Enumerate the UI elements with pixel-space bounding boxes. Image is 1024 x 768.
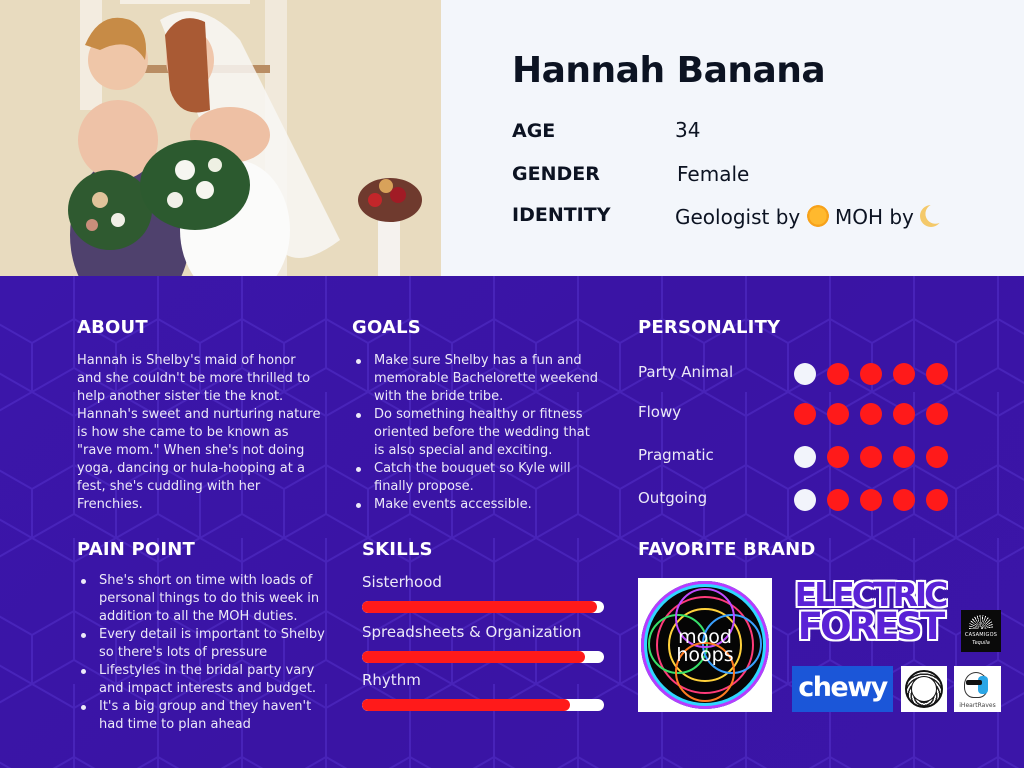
about-text: Hannah is Shelby's maid of honor and she…: [77, 353, 321, 512]
rating-dot-filled: [926, 363, 948, 385]
age-value: 34: [675, 118, 701, 142]
personality-rating: [794, 363, 948, 385]
goal-item: Catch the bouquet so Kyle will finally p…: [352, 460, 602, 496]
about-title: ABOUT: [77, 317, 148, 338]
favorite-brand-title: FAVORITE BRAND: [638, 539, 816, 560]
rating-dot-filled: [860, 446, 882, 468]
persona-header: Hannah Banana AGE 34 GENDER Female IDENT…: [0, 0, 1024, 276]
skill-progress-bar: [362, 651, 604, 663]
rating-dot-empty: [794, 489, 816, 511]
rating-dot-filled: [827, 489, 849, 511]
personality-trait-label: Pragmatic: [638, 446, 714, 464]
pain-point-item: It's a big group and they haven't had ti…: [77, 698, 327, 734]
casamigos-line1: CASAMIGOS: [964, 632, 998, 638]
rating-dot-filled: [827, 363, 849, 385]
personality-rating: [794, 489, 948, 511]
rating-dot-filled: [794, 403, 816, 425]
goal-item: Make sure Shelby has a fun and memorable…: [352, 352, 602, 406]
personality-rating: [794, 446, 948, 468]
pain-point-item: She's short on time with loads of person…: [77, 572, 327, 626]
skill-progress-bar: [362, 699, 604, 711]
age-label: AGE: [512, 120, 556, 142]
unicorn-mane-icon: [978, 676, 988, 694]
personality-rating: [794, 403, 948, 425]
goals-title: GOALS: [352, 317, 421, 338]
skill-progress-fill: [362, 601, 597, 613]
persona-name: Hannah Banana: [512, 50, 826, 91]
pain-point-list: She's short on time with loads of person…: [77, 572, 327, 734]
sun-emoji-icon: [806, 205, 829, 227]
identity-text-night: MOH by: [834, 205, 914, 229]
persona-details: ABOUT Hannah is Shelby's maid of honor a…: [0, 276, 1024, 768]
skill-label: Spreadsheets & Organization: [362, 623, 582, 641]
casamigos-line2: Tequila: [972, 640, 990, 646]
electric-forest-line2: FOREST: [797, 605, 945, 648]
rating-dot-empty: [794, 446, 816, 468]
rating-dot-filled: [827, 403, 849, 425]
persona-photo: [0, 0, 441, 276]
rating-dot-filled: [893, 446, 915, 468]
brand-logo-casamigos: CASAMIGOS Tequila: [961, 610, 1001, 652]
identity-label: IDENTITY: [512, 204, 611, 226]
identity-text-day: Geologist by: [675, 205, 801, 229]
skill-progress-fill: [362, 651, 585, 663]
personality-trait-label: Party Animal: [638, 363, 734, 381]
pain-point-title: PAIN POINT: [77, 539, 196, 560]
skill-progress-bar: [362, 601, 604, 613]
personality-title: PERSONALITY: [638, 317, 781, 338]
mood-hoops-line2: hoops: [676, 644, 734, 666]
brand-logo-mood-hoops: mood hoops: [638, 578, 772, 712]
skills-title: SKILLS: [362, 539, 433, 560]
moon-emoji-icon: [920, 205, 943, 227]
goal-item: Do something healthy or fitness oriented…: [352, 406, 602, 460]
skill-label: Rhythm: [362, 671, 421, 689]
goal-item: Make events accessible.: [352, 496, 602, 514]
brand-logo-electric-forest: ELECTRIC FOREST: [792, 576, 948, 652]
rating-dot-filled: [860, 489, 882, 511]
brand-logo-iheartraves: iHeartRaves: [954, 666, 1001, 712]
rating-dot-filled: [926, 446, 948, 468]
photo-illustration: [0, 0, 441, 276]
personality-trait-label: Flowy: [638, 403, 682, 421]
rating-dot-filled: [893, 363, 915, 385]
personality-trait-label: Outgoing: [638, 489, 708, 507]
sunglasses-icon: [966, 680, 982, 685]
goals-list: Make sure Shelby has a fun and memorable…: [352, 352, 602, 514]
rating-dot-filled: [860, 363, 882, 385]
pain-point-item: Every detail is important to Shelby so t…: [77, 626, 327, 662]
skill-label: Sisterhood: [362, 573, 442, 591]
rating-dot-filled: [893, 403, 915, 425]
rating-dot-filled: [926, 403, 948, 425]
gender-value: Female: [677, 162, 750, 186]
mood-hoops-wordmark: mood hoops: [638, 628, 772, 666]
brand-logo-white-claw: [901, 666, 947, 712]
white-claw-wave-icon: [911, 676, 937, 702]
rating-dot-filled: [827, 446, 849, 468]
rating-dot-empty: [794, 363, 816, 385]
persona-info-panel: Hannah Banana AGE 34 GENDER Female IDENT…: [441, 0, 1024, 276]
gender-label: GENDER: [512, 163, 600, 185]
casamigos-sunburst-icon: [969, 615, 993, 629]
skill-progress-fill: [362, 699, 571, 711]
pain-point-item: Lifestyles in the bridal party vary and …: [77, 662, 327, 698]
rating-dot-filled: [860, 403, 882, 425]
brand-logo-chewy: chewy: [792, 666, 893, 712]
identity-value: Geologist by MOH by: [675, 205, 943, 229]
rating-dot-filled: [926, 489, 948, 511]
iheartraves-wordmark: iHeartRaves: [959, 702, 996, 709]
rating-dot-filled: [893, 489, 915, 511]
